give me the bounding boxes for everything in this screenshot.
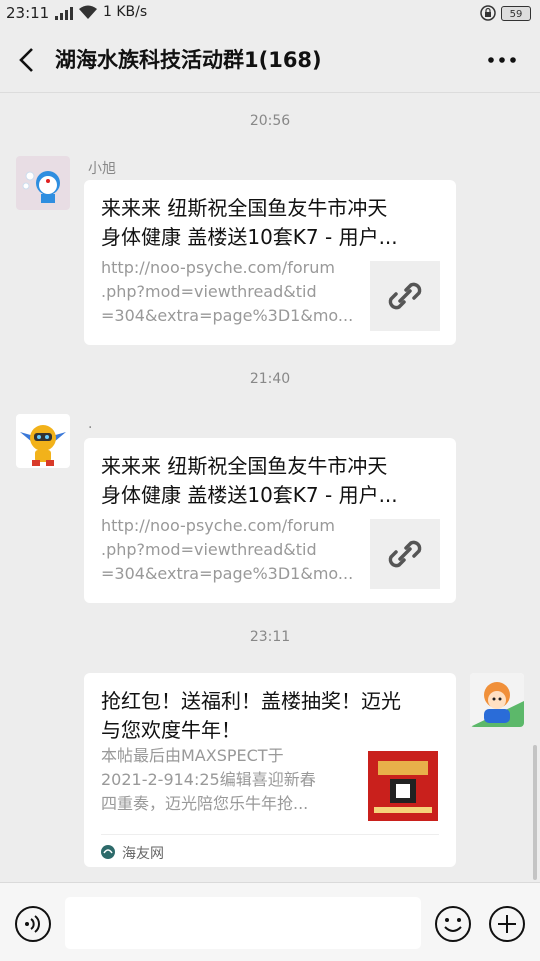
- scrollbar[interactable]: [533, 745, 537, 880]
- card-description: http://noo-psyche.com/forum .php?mod=vie…: [101, 514, 356, 586]
- card-title-line: 身体健康 盖楼送10套K7 - 用户...: [101, 225, 398, 249]
- status-bar: 23:11 1 KB/s 59: [0, 0, 540, 28]
- battery-icon: 59: [501, 6, 531, 21]
- chat-title: 湖海水族科技活动群1(168): [55, 48, 322, 72]
- card-title-line: 来来来 纽斯祝全国鱼友牛市冲天: [101, 196, 388, 220]
- card-desc-line: http://noo-psyche.com/forum: [101, 258, 335, 277]
- source-name: 海友网: [122, 846, 164, 862]
- card-title-line: 来来来 纽斯祝全国鱼友牛市冲天: [101, 454, 388, 478]
- link-icon: [388, 540, 422, 568]
- card-title: 来来来 纽斯祝全国鱼友牛市冲天 身体健康 盖楼送10套K7 - 用户...: [101, 194, 431, 252]
- timestamp: 21:40: [249, 371, 291, 387]
- card-source: 海友网: [101, 834, 439, 868]
- cartoon-avatar-icon: [470, 673, 524, 727]
- card-description: 本帖最后由MAXSPECT于 2021-2-914:25编辑喜迎新春 四重奏，迈…: [101, 744, 356, 816]
- emoji-icon[interactable]: [434, 905, 472, 943]
- card-desc-line: 本帖最后由MAXSPECT于: [101, 746, 284, 765]
- input-bar: [0, 882, 540, 961]
- card-title: 抢红包！送福利！盖楼抽奖！迈光 与您欢度牛年！: [101, 687, 431, 745]
- source-logo-icon: [101, 845, 115, 859]
- network-speed: 1 KB/s: [103, 4, 148, 20]
- avatar[interactable]: [16, 156, 70, 210]
- card-desc-line: .php?mod=viewthread&tid: [101, 540, 317, 559]
- avatar[interactable]: [16, 414, 70, 468]
- sender-name: .: [88, 416, 93, 432]
- card-desc-line: =304&extra=page%3D1&mo...: [101, 306, 354, 325]
- timestamp: 23:11: [249, 629, 291, 645]
- status-time: 23:11: [6, 4, 50, 22]
- message-input[interactable]: [65, 897, 421, 949]
- sender-name: 小旭: [88, 161, 116, 177]
- chat-header: 湖海水族科技活动群1(168): [0, 28, 540, 93]
- robot-avatar-icon: [20, 425, 66, 466]
- card-desc-line: 2021-2-914:25编辑喜迎新春: [101, 770, 316, 789]
- card-title-line: 抢红包！送福利！盖楼抽奖！迈光: [101, 689, 401, 713]
- more-options-icon[interactable]: [486, 46, 518, 74]
- doraemon-avatar-icon: [22, 171, 60, 203]
- card-title-line: 身体健康 盖楼送10套K7 - 用户...: [101, 483, 398, 507]
- card-desc-line: =304&extra=page%3D1&mo...: [101, 564, 354, 583]
- voice-input-icon[interactable]: [14, 905, 52, 943]
- card-desc-line: .php?mod=viewthread&tid: [101, 282, 317, 301]
- article-thumbnail: [368, 751, 438, 821]
- link-card[interactable]: 抢红包！送福利！盖楼抽奖！迈光 与您欢度牛年！ 本帖最后由MAXSPECT于 2…: [84, 673, 456, 867]
- timestamp: 20:56: [249, 113, 291, 129]
- avatar[interactable]: [470, 673, 524, 727]
- wifi-icon: [79, 5, 97, 19]
- promo-image-icon: [368, 751, 438, 821]
- link-thumbnail: [370, 519, 440, 589]
- card-title-line: 与您欢度牛年！: [101, 718, 241, 742]
- signal-icon: [55, 7, 73, 20]
- link-card[interactable]: 来来来 纽斯祝全国鱼友牛市冲天 身体健康 盖楼送10套K7 - 用户... ht…: [84, 180, 456, 345]
- card-title: 来来来 纽斯祝全国鱼友牛市冲天 身体健康 盖楼送10套K7 - 用户...: [101, 452, 431, 510]
- card-description: http://noo-psyche.com/forum .php?mod=vie…: [101, 256, 356, 328]
- card-desc-line: http://noo-psyche.com/forum: [101, 516, 335, 535]
- link-icon: [388, 282, 422, 310]
- card-desc-line: 四重奏，迈光陪您乐牛年抢...: [101, 794, 309, 813]
- lock-icon: [480, 5, 496, 21]
- back-arrow-icon[interactable]: [14, 46, 40, 74]
- link-thumbnail: [370, 261, 440, 331]
- plus-icon[interactable]: [488, 905, 526, 943]
- link-card[interactable]: 来来来 纽斯祝全国鱼友牛市冲天 身体健康 盖楼送10套K7 - 用户... ht…: [84, 438, 456, 603]
